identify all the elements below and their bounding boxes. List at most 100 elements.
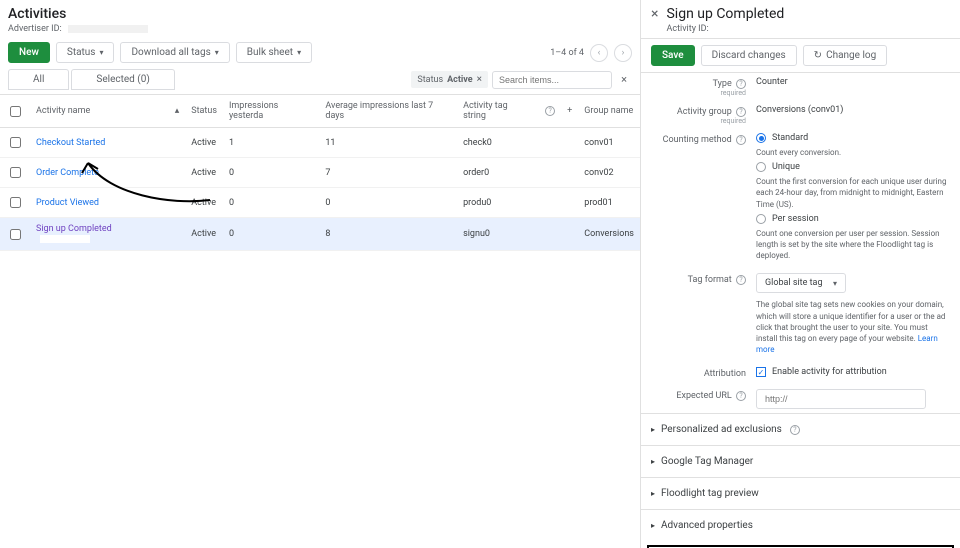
activity-link[interactable]: Order Complete (30, 158, 169, 188)
cell-impressions: 0 (223, 218, 319, 251)
section-gtm[interactable]: ▸ Google Tag Manager (641, 445, 960, 477)
bulksheet-label: Bulk sheet (247, 47, 293, 58)
cell-avg: 0 (319, 188, 457, 218)
drawer-subtitle: Activity ID: (666, 24, 784, 34)
drawer-title: Sign up Completed (666, 6, 784, 22)
section-personalized-exclusions[interactable]: ▸ Personalized ad exclusions ? (641, 413, 960, 445)
counting-unique-label: Unique (772, 162, 800, 172)
col-impressions[interactable]: Impressions yesterda (223, 95, 319, 128)
download-tags-button[interactable]: Download all tags ▾ (120, 42, 229, 63)
cell-status: Active (185, 128, 223, 158)
table-row[interactable]: Checkout Started Active 1 11 check0 conv… (0, 128, 640, 158)
tag-format-select[interactable]: Global site tag ▾ (756, 273, 846, 293)
pager-next-button[interactable]: › (614, 44, 632, 62)
activity-group-label: Activity group (677, 107, 732, 117)
chevron-down-icon: ▾ (215, 48, 219, 57)
attribution-check-label: Enable activity for attribution (772, 367, 887, 377)
table-row[interactable]: Product Viewed Active 0 0 produ0 prod01 (0, 188, 640, 218)
counting-method-label: Counting method (663, 135, 732, 145)
chevron-down-icon: ▾ (297, 48, 301, 57)
col-group-name[interactable]: Group name (578, 95, 640, 128)
status-filter-chip[interactable]: Status Active × (411, 71, 488, 88)
save-button[interactable]: Save (651, 45, 695, 66)
type-required: required (651, 89, 746, 97)
pager-prev-button[interactable]: ‹ (590, 44, 608, 62)
counting-unique-radio[interactable]: Unique (756, 162, 950, 172)
chevron-right-icon: ▸ (651, 425, 655, 434)
col-sort-icon[interactable]: ▴ (169, 95, 186, 128)
cell-impressions: 0 (223, 188, 319, 218)
table-row[interactable]: Order Complete Active 0 7 order0 conv02 (0, 158, 640, 188)
status-chip-prefix: Status (417, 75, 443, 85)
help-icon[interactable]: ? (736, 135, 746, 145)
row-checkbox[interactable] (10, 197, 21, 208)
section-pae-label: Personalized ad exclusions (661, 424, 782, 435)
chip-close-icon[interactable]: × (477, 74, 482, 85)
cell-avg: 7 (319, 158, 457, 188)
cell-status: Active (185, 158, 223, 188)
cell-group: Conversions (578, 218, 640, 251)
section-advanced-properties[interactable]: ▸ Advanced properties (641, 509, 960, 541)
checkbox-icon: ✓ (756, 367, 766, 377)
status-filter-button[interactable]: Status ▾ (56, 42, 115, 63)
tab-selected[interactable]: Selected (0) (71, 69, 174, 90)
new-button[interactable]: New (8, 42, 50, 63)
changelog-label: Change log (826, 50, 876, 61)
help-icon[interactable]: ? (736, 391, 746, 401)
counting-persession-radio[interactable]: Per session (756, 214, 950, 224)
search-input[interactable] (492, 71, 612, 89)
cell-tag: order0 (457, 158, 537, 188)
section-adv-label: Advanced properties (661, 520, 753, 531)
advertiser-id-value (68, 25, 148, 33)
col-activity-name[interactable]: Activity name (30, 95, 169, 128)
help-icon[interactable]: ? (736, 275, 746, 285)
expected-url-input[interactable] (756, 389, 926, 409)
counting-standard-desc: Count every conversion. (756, 147, 950, 158)
activity-link[interactable]: Sign up Completed (30, 218, 169, 251)
section-ftp-label: Floodlight tag preview (661, 488, 759, 499)
col-help-icon[interactable]: ? (537, 95, 561, 128)
help-icon[interactable]: ? (736, 107, 746, 117)
drawer-close-icon[interactable]: × (651, 6, 658, 22)
tab-all[interactable]: All (8, 69, 69, 90)
chevron-down-icon: ▾ (833, 279, 837, 288)
section-floodlight-preview[interactable]: ▸ Floodlight tag preview (641, 477, 960, 509)
cell-tag: produ0 (457, 188, 537, 218)
expected-url-label: Expected URL (676, 391, 731, 401)
counting-unique-desc: Count the first conversion for each uniq… (756, 176, 950, 210)
help-icon[interactable]: ? (736, 79, 746, 89)
col-tag-string[interactable]: Activity tag string (457, 95, 537, 128)
cell-avg: 11 (319, 128, 457, 158)
cell-impressions: 0 (223, 158, 319, 188)
activity-link[interactable]: Checkout Started (30, 128, 169, 158)
table-row[interactable]: Sign up Completed Active 0 8 signu0 Conv… (0, 218, 640, 251)
section-gtm-label: Google Tag Manager (661, 456, 753, 467)
status-chip-value: Active (447, 75, 473, 85)
attribution-label: Attribution (704, 369, 746, 379)
cell-group: conv01 (578, 128, 640, 158)
row-checkbox[interactable] (10, 167, 21, 178)
help-icon[interactable]: ? (790, 425, 800, 435)
radio-icon (756, 162, 766, 172)
cell-impressions: 1 (223, 128, 319, 158)
changelog-button[interactable]: ↻ Change log (803, 45, 888, 66)
col-add-icon[interactable]: + (561, 95, 578, 128)
attribution-checkbox[interactable]: ✓ Enable activity for attribution (756, 367, 950, 377)
counting-standard-radio[interactable]: Standard (756, 133, 950, 143)
row-checkbox[interactable] (10, 229, 21, 240)
chevron-right-icon: ▸ (651, 521, 655, 530)
table-header-row: Activity name ▴ Status Impressions yeste… (0, 95, 640, 128)
select-all-checkbox[interactable] (10, 106, 21, 117)
search-clear-icon[interactable]: × (616, 72, 632, 88)
row-checkbox[interactable] (10, 137, 21, 148)
activity-link[interactable]: Product Viewed (30, 188, 169, 218)
col-status[interactable]: Status (185, 95, 223, 128)
discard-button[interactable]: Discard changes (701, 45, 797, 66)
col-avg-impressions[interactable]: Average impressions last 7 days (319, 95, 457, 128)
cell-status: Active (185, 188, 223, 218)
advertiser-id-row: Advertiser ID: (8, 24, 632, 34)
counting-persession-label: Per session (772, 214, 819, 224)
cell-avg: 8 (319, 218, 457, 251)
bulksheet-button[interactable]: Bulk sheet ▾ (236, 42, 312, 63)
tag-format-label: Tag format (688, 275, 732, 285)
